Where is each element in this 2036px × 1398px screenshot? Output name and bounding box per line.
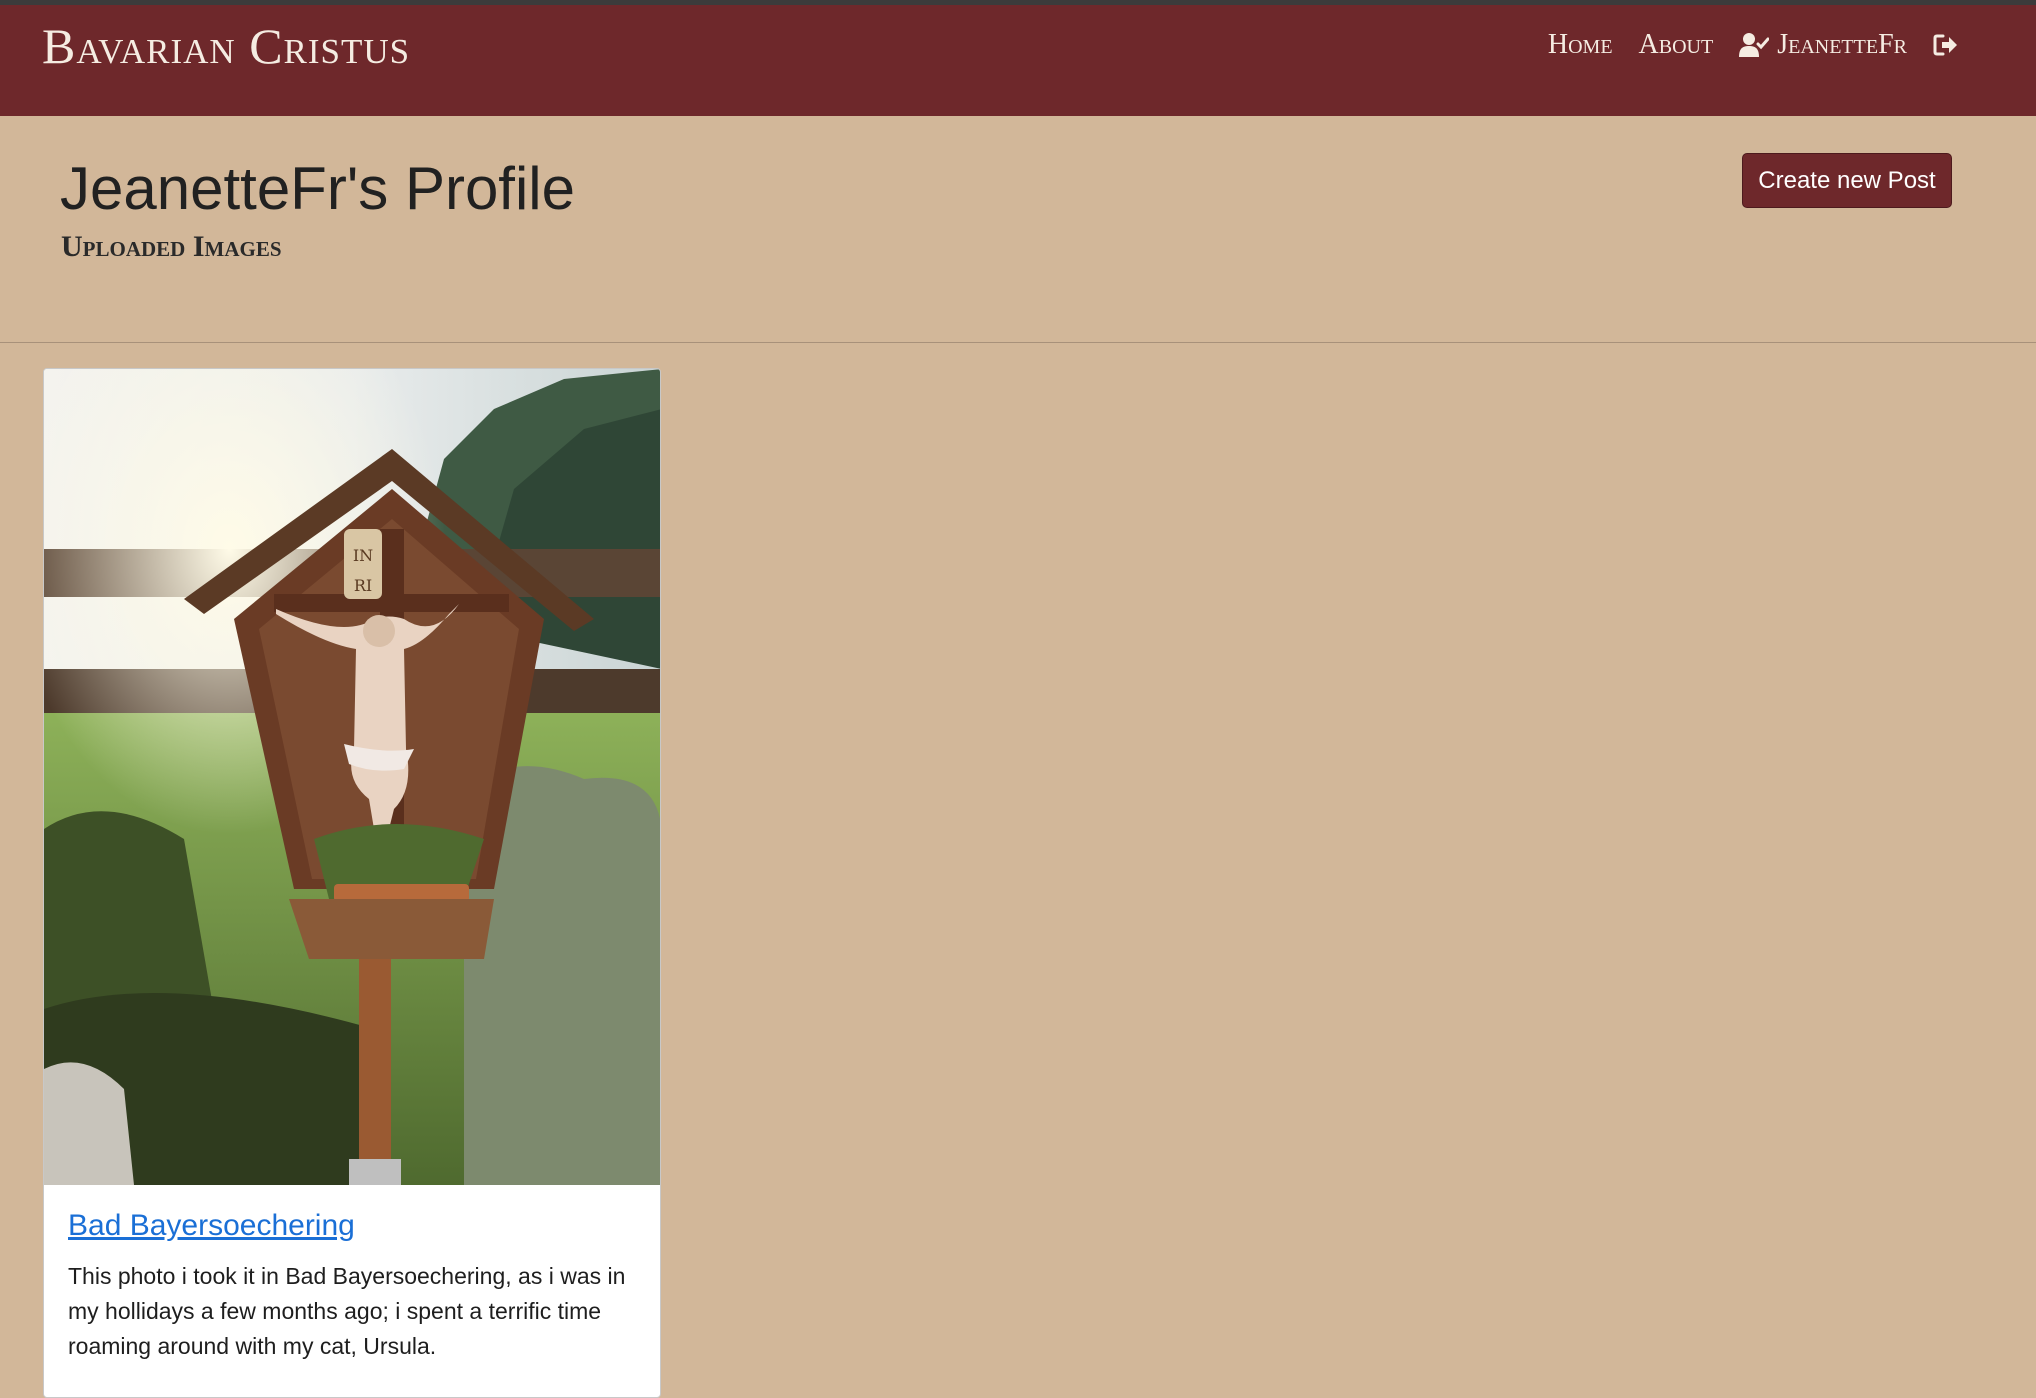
nav-about-link[interactable]: About [1639, 29, 1714, 61]
post-description: This photo i took it in Bad Bayersoecher… [68, 1263, 626, 1359]
sign-out-icon [1933, 33, 1959, 57]
post-title-link[interactable]: Bad Bayersoechering [68, 1209, 355, 1243]
page-subtitle: Uploaded Images [61, 230, 282, 263]
page-title: JeanetteFr's Profile [60, 155, 576, 222]
brand-logo-link[interactable]: Bavarian Cristus [42, 17, 410, 75]
svg-text:IN: IN [353, 546, 373, 565]
nav-user-link[interactable]: JeanetteFr [1739, 29, 1907, 61]
svg-text:RI: RI [354, 576, 372, 595]
post-card-body: Bad Bayersoechering This photo i took it… [44, 1185, 660, 1364]
nav-home-link[interactable]: Home [1548, 29, 1613, 61]
post-image[interactable]: IN RI [44, 369, 661, 1185]
post-card: IN RI Bad Bayersoechering This photo i t… [43, 368, 661, 1398]
create-post-button[interactable]: Create new Post [1742, 153, 1952, 208]
profile-header: JeanetteFr's Profile Uploaded Images Cre… [0, 116, 2036, 343]
nav-links: Home About JeanetteFr [1548, 29, 1959, 61]
logout-link[interactable] [1933, 33, 1959, 57]
user-check-icon [1739, 32, 1770, 58]
navbar: Bavarian Cristus Home About JeanetteFr [0, 5, 2036, 116]
nav-user-label: JeanetteFr [1777, 29, 1907, 60]
